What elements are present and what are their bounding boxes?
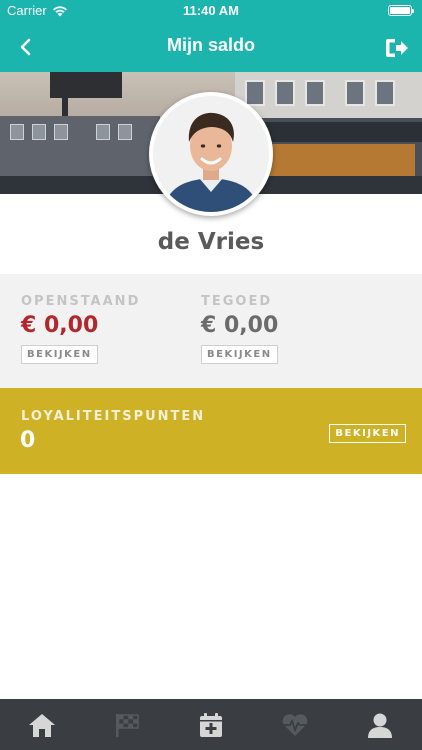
banner-window bbox=[275, 80, 295, 106]
tab-reservations[interactable] bbox=[169, 699, 253, 750]
banner-window bbox=[305, 80, 325, 106]
credit-block: TEGOED € 0,00 BEKIJKEN bbox=[201, 294, 278, 364]
credit-label: TEGOED bbox=[201, 294, 273, 309]
outstanding-block: OPENSTAAND € 0,00 BEKIJKEN bbox=[21, 294, 140, 364]
banner-billboard bbox=[50, 72, 122, 98]
avatar-photo bbox=[153, 96, 269, 212]
view-credit-button[interactable]: BEKIJKEN bbox=[201, 345, 278, 364]
status-time: 11:40 AM bbox=[183, 3, 239, 18]
battery-level bbox=[390, 7, 410, 14]
page-title: Mijn saldo bbox=[166, 35, 255, 55]
status-bar: Carrier 11:40 AM bbox=[0, 0, 422, 22]
avatar bbox=[149, 92, 273, 216]
credit-value: € 0,00 bbox=[201, 313, 279, 338]
outstanding-label: OPENSTAAND bbox=[21, 294, 141, 309]
loyalty-label: LOYALITEITSPUNTEN bbox=[21, 409, 206, 424]
balance-section: OPENSTAAND € 0,00 BEKIJKEN TEGOED € 0,00… bbox=[0, 274, 422, 388]
loyalty-value: 0 bbox=[20, 428, 36, 453]
profile-name: de Vries bbox=[157, 229, 265, 255]
view-loyalty-button[interactable]: BEKIJKEN bbox=[329, 424, 406, 443]
heartbeat-icon bbox=[282, 713, 309, 736]
banner-window bbox=[54, 124, 68, 140]
banner-window bbox=[96, 124, 110, 140]
banner-window bbox=[118, 124, 132, 140]
banner-window bbox=[375, 80, 395, 106]
logout-icon[interactable] bbox=[384, 36, 410, 60]
banner-window bbox=[345, 80, 365, 106]
checkered-flag-icon bbox=[115, 713, 139, 737]
tab-profile[interactable] bbox=[338, 699, 422, 750]
home-icon bbox=[29, 713, 56, 737]
calendar-add-icon bbox=[200, 712, 223, 737]
tab-bar bbox=[0, 699, 422, 750]
banner-window bbox=[245, 80, 265, 106]
tab-health[interactable] bbox=[253, 699, 337, 750]
banner-window bbox=[10, 124, 24, 140]
tab-home[interactable] bbox=[0, 699, 84, 750]
loyalty-section: LOYALITEITSPUNTEN 0 BEKIJKEN bbox=[0, 388, 422, 474]
battery-icon bbox=[388, 5, 414, 16]
outstanding-value: € 0,00 bbox=[21, 313, 99, 338]
tab-competitions[interactable] bbox=[84, 699, 168, 750]
banner-window bbox=[32, 124, 46, 140]
view-outstanding-button[interactable]: BEKIJKEN bbox=[21, 345, 98, 364]
nav-bar: Mijn saldo bbox=[0, 22, 422, 72]
banner-left-building bbox=[0, 116, 160, 176]
user-icon bbox=[367, 713, 392, 738]
